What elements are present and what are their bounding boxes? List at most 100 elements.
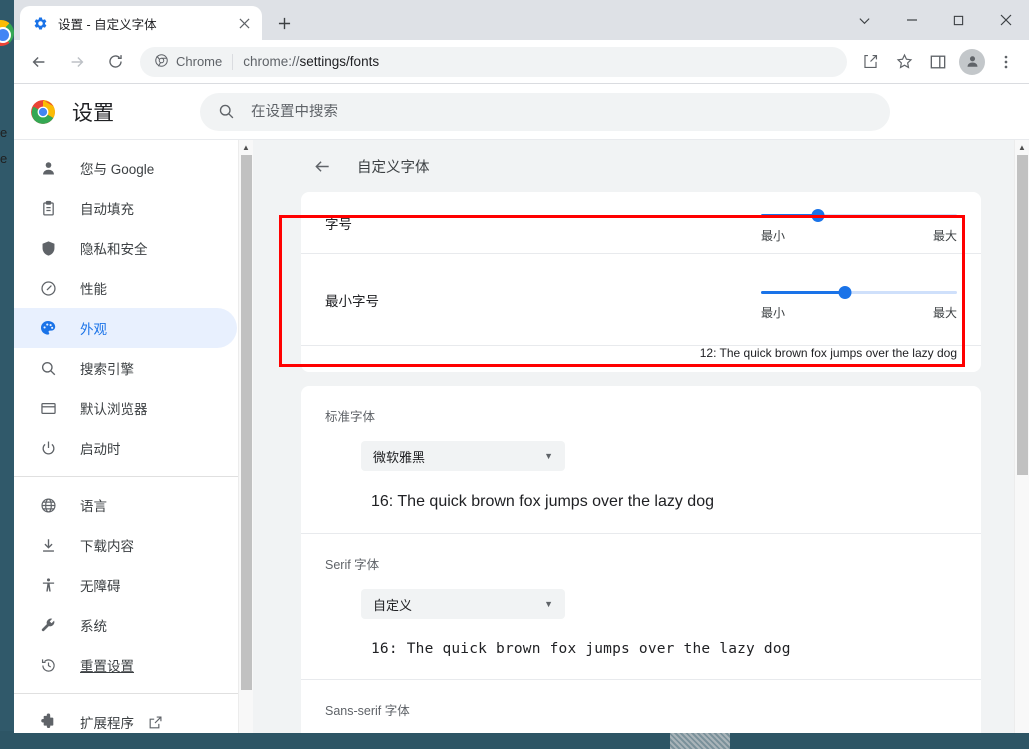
serif-font-dropdown[interactable]: 自定义 ▼ [361, 589, 565, 619]
search-icon [218, 103, 235, 120]
standard-font-sample: 16: The quick brown fox jumps over the l… [371, 493, 714, 510]
sidebar-item-languages[interactable]: 语言 [14, 485, 237, 525]
sidebar-scrollbar[interactable]: ▲ ▼ [238, 140, 253, 733]
puzzle-icon [38, 712, 58, 732]
sidebar-item-label: 系统 [80, 619, 107, 634]
sidebar-item-appearance[interactable]: 外观 [14, 308, 237, 348]
omnibox-url[interactable]: chrome://settings/fonts [243, 54, 379, 69]
external-link-icon[interactable] [148, 715, 163, 730]
minimize-button[interactable] [888, 0, 935, 40]
speedometer-icon [38, 278, 58, 298]
back-button[interactable] [23, 46, 55, 78]
sidebar-item-autofill[interactable]: 自动填充 [14, 188, 237, 228]
slider-thumb[interactable] [811, 209, 825, 222]
download-icon [38, 535, 58, 555]
font-size-slider[interactable]: 最小 最大 [761, 201, 957, 244]
sidebar-item-you-and-google[interactable]: 您与 Google [14, 148, 237, 188]
sidebar-item-reset-settings[interactable]: 重置设置 [14, 645, 237, 685]
font-families-card: 标准字体 微软雅黑 ▼ 16: The quick brown fox jump… [301, 386, 981, 733]
taskbar[interactable] [0, 731, 1029, 749]
sidebar-item-on-startup[interactable]: 启动时 [14, 428, 237, 468]
main-scrollbar-thumb[interactable] [1017, 155, 1028, 475]
forward-button[interactable] [61, 46, 93, 78]
chrome-logo-small-icon [154, 53, 169, 71]
font-size-slider-rail[interactable] [761, 207, 957, 223]
bookmark-star-icon[interactable] [889, 47, 919, 77]
settings-main-pane: 自定义字体 字号 最小 最大 最小字号 最小 最大 12: The quick … [253, 140, 1029, 733]
title-bar: 设置 - 自定义字体 [14, 0, 1029, 40]
min-font-size-label: 最小字号 [325, 293, 379, 309]
background-window-text: e e [0, 125, 8, 166]
back-arrow-icon[interactable] [311, 155, 333, 177]
sans-serif-font-section: Sans-serif 字体 [301, 680, 981, 733]
tab-close-icon[interactable] [234, 13, 254, 33]
standard-font-section: 标准字体 微软雅黑 ▼ 16: The quick brown fox jump… [301, 386, 981, 534]
sidebar-item-label: 语言 [80, 499, 107, 514]
sidebar-item-label: 搜索引擎 [80, 362, 134, 377]
sans-serif-font-title: Sans-serif 字体 [325, 704, 410, 718]
sidebar-item-accessibility[interactable]: 无障碍 [14, 565, 237, 605]
share-icon[interactable] [855, 47, 885, 77]
globe-icon [38, 495, 58, 515]
sidebar-scrollbar-thumb[interactable] [241, 155, 252, 690]
profile-avatar[interactable] [959, 48, 985, 75]
dropdown-value: 微软雅黑 [373, 449, 426, 465]
card-spacer [301, 372, 981, 386]
palette-icon [38, 318, 58, 338]
browser-toolbar: Chrome chrome://settings/fonts [14, 40, 1029, 84]
wrench-icon [38, 615, 58, 635]
sidebar-item-system[interactable]: 系统 [14, 605, 237, 645]
scroll-up-arrow-icon[interactable]: ▲ [239, 140, 253, 155]
scroll-up-arrow-icon[interactable]: ▲ [1015, 140, 1029, 155]
chrome-logo-icon [30, 99, 56, 125]
sidebar-item-label: 启动时 [80, 442, 121, 457]
power-icon [38, 438, 58, 458]
close-button[interactable] [982, 0, 1029, 40]
settings-body: 您与 Google 自动填充 隐私和安全 性能 外观 搜索引擎 默认浏览器 启动… [14, 140, 1029, 733]
slider-min-label: 最小 [761, 229, 786, 243]
tab-search-chevron-down-icon[interactable] [841, 0, 888, 40]
min-font-size-slider-ticks: 最小 最大 [761, 304, 957, 321]
sidebar-item-label: 默认浏览器 [80, 402, 148, 417]
sidebar-item-label: 重置设置 [80, 659, 134, 674]
standard-font-dropdown[interactable]: 微软雅黑 ▼ [361, 441, 565, 471]
font-size-slider-ticks: 最小 最大 [761, 227, 957, 244]
sidebar-item-search-engine[interactable]: 搜索引擎 [14, 348, 237, 388]
sidebar-item-downloads[interactable]: 下载内容 [14, 525, 237, 565]
search-icon [38, 358, 58, 378]
sidebar-item-default-browser[interactable]: 默认浏览器 [14, 388, 237, 428]
sidebar-item-performance[interactable]: 性能 [14, 268, 237, 308]
address-bar[interactable]: Chrome chrome://settings/fonts [140, 46, 847, 77]
search-input[interactable] [251, 103, 872, 120]
chevron-down-icon: ▼ [544, 451, 553, 461]
page-header: 自定义字体 [301, 140, 981, 192]
sidebar-item-privacy-security[interactable]: 隐私和安全 [14, 228, 237, 268]
shield-icon [38, 238, 58, 258]
browser-tab[interactable]: 设置 - 自定义字体 [20, 6, 262, 40]
settings-search-box[interactable] [200, 92, 890, 131]
sidebar-divider [14, 693, 253, 694]
new-tab-button[interactable] [270, 9, 298, 37]
sidebar-list: 您与 Google 自动填充 隐私和安全 性能 外观 搜索引擎 默认浏览器 启动… [14, 140, 253, 733]
chrome-chip-label: Chrome [176, 54, 223, 69]
browser-window-icon [38, 398, 58, 418]
slider-max-label: 最大 [932, 229, 957, 243]
page-title: 设置 [72, 101, 114, 125]
min-font-size-slider[interactable]: 最小 最大 [761, 278, 957, 321]
chrome-window: 设置 - 自定义字体 Chrome chrome://settings/font… [14, 0, 1029, 733]
dropdown-value: 自定义 [373, 597, 413, 613]
side-panel-icon[interactable] [923, 47, 953, 77]
min-font-size-slider-rail[interactable] [761, 284, 957, 300]
url-scheme: chrome:// [243, 54, 300, 69]
slider-thumb[interactable] [838, 286, 852, 299]
maximize-button[interactable] [935, 0, 982, 40]
sidebar-item-label: 自动填充 [80, 202, 134, 217]
serif-font-title: Serif 字体 [325, 558, 380, 572]
settings-sidebar: 您与 Google 自动填充 隐私和安全 性能 外观 搜索引擎 默认浏览器 启动… [14, 140, 253, 733]
main-scrollbar[interactable]: ▲ ▼ [1014, 140, 1029, 733]
reload-button[interactable] [99, 46, 131, 78]
three-dot-menu-icon[interactable] [991, 47, 1021, 77]
slider-filled-track [761, 214, 818, 217]
font-size-label: 字号 [325, 216, 352, 232]
sidebar-item-extensions[interactable]: 扩展程序 [14, 702, 237, 733]
